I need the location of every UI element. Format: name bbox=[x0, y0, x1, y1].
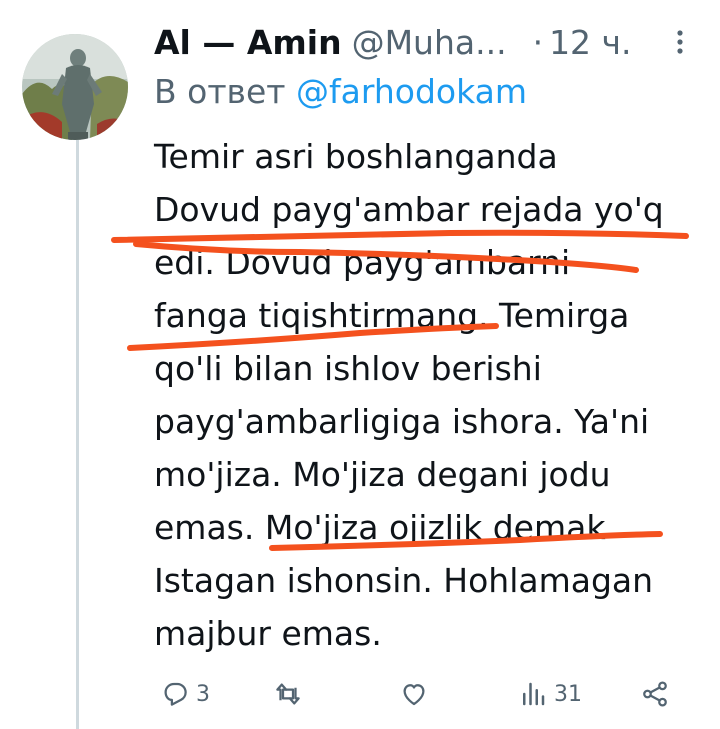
tweet-text-line: emas. Mo'jiza ojizlik demak bbox=[154, 508, 606, 547]
views-count: 31 bbox=[554, 681, 582, 707]
reply-prefix: В ответ bbox=[154, 72, 286, 111]
reply-count: 3 bbox=[196, 681, 210, 707]
timestamp[interactable]: 12 ч. bbox=[549, 23, 631, 62]
share-button[interactable] bbox=[640, 672, 676, 716]
heart-icon bbox=[403, 684, 425, 706]
like-button[interactable] bbox=[398, 672, 436, 716]
tweet-text-line: mo'jiza. Mo'jiza degani jodu bbox=[154, 455, 611, 494]
action-bar: 3 31 bbox=[154, 672, 684, 716]
reply-icon bbox=[164, 682, 187, 706]
tweet-text-line: majbur emas. bbox=[154, 614, 382, 653]
reply-button[interactable]: 3 bbox=[160, 672, 210, 716]
views-icon bbox=[523, 682, 545, 706]
tweet-text-line: edi. Dovud payg'ambarni bbox=[154, 243, 571, 282]
tweet-header: Al — Amin @Muha... · 12 ч. bbox=[154, 18, 694, 66]
tweet-text: Temir asri boshlanganda Dovud payg'ambar… bbox=[154, 130, 699, 660]
user-handle[interactable]: @Muha... bbox=[352, 23, 507, 62]
avatar[interactable] bbox=[22, 34, 128, 140]
tweet-text-line: Istagan ishonsin. Hohlamagan bbox=[154, 561, 654, 600]
separator-dot: · bbox=[532, 22, 544, 62]
retweet-icon bbox=[276, 683, 300, 705]
tweet-text-line: fanga tiqishtirmang. Temirga bbox=[154, 296, 630, 335]
reply-context: В ответ @farhodokam bbox=[154, 72, 527, 120]
tweet-text-line: qo'li bilan ishlov berishi bbox=[154, 349, 542, 388]
share-icon bbox=[643, 681, 667, 707]
views-button[interactable]: 31 bbox=[518, 672, 582, 716]
reply-to-handle[interactable]: @farhodokam bbox=[296, 72, 527, 111]
thread-line bbox=[76, 140, 79, 729]
tweet-text-line: payg'ambarligiga ishora. Ya'ni bbox=[154, 402, 650, 441]
avatar-image bbox=[22, 34, 128, 140]
more-options-icon[interactable] bbox=[666, 28, 694, 56]
tweet-text-line: Dovud payg'ambar rejada yo'q bbox=[154, 190, 664, 229]
display-name[interactable]: Al — Amin bbox=[154, 23, 342, 62]
retweet-button[interactable] bbox=[272, 672, 310, 716]
tweet-text-line: Temir asri boshlanganda bbox=[154, 137, 558, 176]
